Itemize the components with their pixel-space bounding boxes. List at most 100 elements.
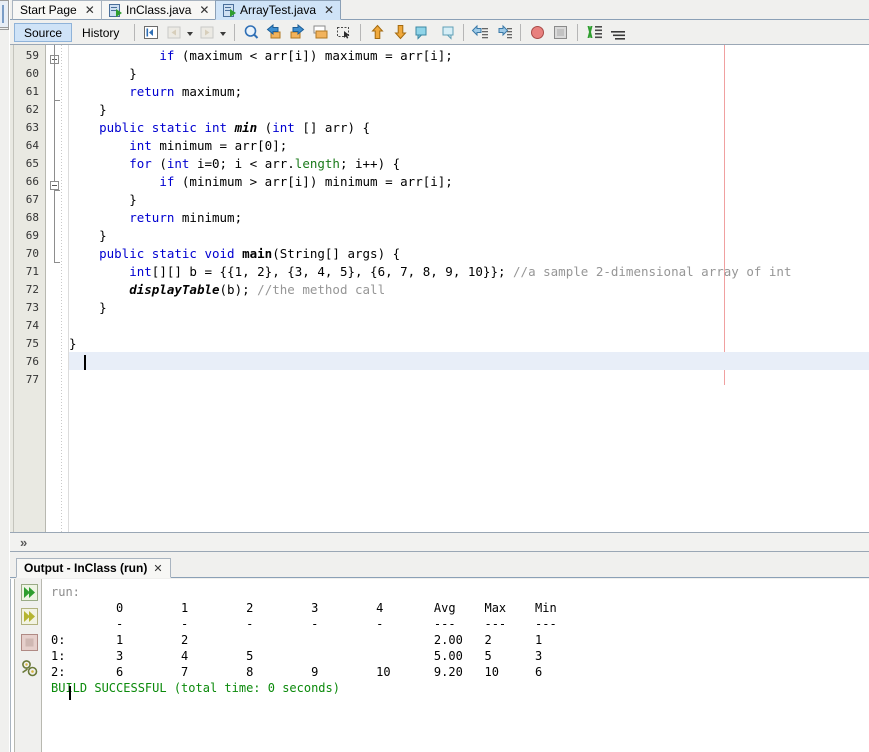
- code-token: (String[] args) {: [272, 246, 401, 261]
- tab-output-inclass-run[interactable]: Output - InClass (run) ✕: [16, 558, 171, 578]
- forward-dropdown-caret[interactable]: [219, 23, 228, 43]
- line-number[interactable]: 71: [10, 265, 39, 278]
- line-number-gutter[interactable]: 59 60 61 62 63 64 65 66 67 68 69 70 71 72 73 74 75 76 77: [10, 45, 46, 532]
- output-body[interactable]: run: 0 1 2 3 4 Avg Max Min - - - - - ---…: [10, 579, 869, 752]
- uncomment-icon[interactable]: [436, 22, 457, 43]
- line-number[interactable]: 68: [10, 211, 39, 224]
- breadcrumb[interactable]: »: [10, 532, 869, 552]
- code-token: return: [129, 210, 175, 225]
- code-line[interactable]: }: [69, 102, 107, 117]
- shift-left-icon[interactable]: [470, 22, 491, 43]
- rerun-alt-icon[interactable]: [20, 607, 39, 626]
- stop-macro-recording-icon[interactable]: [550, 22, 571, 43]
- toolbar-separator: [520, 24, 522, 41]
- tab-source[interactable]: Source: [14, 23, 73, 42]
- output-action-rail: [14, 579, 42, 752]
- line-number[interactable]: 70: [10, 247, 39, 260]
- code-line[interactable]: public static void main(String[] args) {: [69, 246, 400, 261]
- inspect-icon[interactable]: [607, 22, 628, 43]
- comment-icon[interactable]: [413, 22, 434, 43]
- close-icon[interactable]: ✕: [85, 1, 95, 19]
- line-number[interactable]: 62: [10, 103, 39, 116]
- stop-icon[interactable]: [20, 633, 39, 652]
- rerun-icon[interactable]: [20, 583, 39, 602]
- output-console-text[interactable]: run: 0 1 2 3 4 Avg Max Min - - - - - ---…: [51, 579, 869, 752]
- line-number[interactable]: 74: [10, 319, 39, 332]
- close-icon[interactable]: ✕: [324, 1, 334, 19]
- line-number[interactable]: 72: [10, 283, 39, 296]
- find-selection-icon[interactable]: [241, 22, 262, 43]
- line-number[interactable]: 77: [10, 373, 39, 386]
- code-token: length: [294, 156, 340, 171]
- code-line[interactable]: if (minimum > arr[i]) minimum = arr[i];: [69, 174, 453, 189]
- code-token: maximum;: [174, 84, 243, 99]
- line-number[interactable]: 59: [10, 49, 39, 62]
- start-macro-recording-icon[interactable]: [527, 22, 548, 43]
- code-line[interactable]: return minimum;: [69, 210, 242, 225]
- code-token: if: [159, 48, 175, 63]
- toggle-bookmark-icon[interactable]: [310, 22, 331, 43]
- line-number[interactable]: 66: [10, 175, 39, 188]
- editor-tab-arraytest-java[interactable]: ArrayTest.java ✕: [215, 0, 342, 20]
- code-line[interactable]: public static int min (int [] arr) {: [69, 120, 370, 135]
- tab-history[interactable]: History: [72, 23, 129, 42]
- code-line[interactable]: }: [69, 66, 137, 81]
- line-number[interactable]: 60: [10, 67, 39, 80]
- line-number[interactable]: 69: [10, 229, 39, 242]
- line-number[interactable]: 73: [10, 301, 39, 314]
- code-line[interactable]: int[][] b = {{1, 2}, {3, 4, 5}, {6, 7, 8…: [69, 264, 791, 279]
- code-text-area[interactable]: if (maximum < arr[i]) maximum = arr[i]; …: [69, 45, 869, 532]
- shift-line-up-icon[interactable]: [367, 22, 388, 43]
- rectangular-selection-icon[interactable]: [333, 22, 354, 43]
- code-line[interactable]: displayTable(b); //the method call: [69, 282, 385, 297]
- line-number[interactable]: 75: [10, 337, 39, 350]
- line-number[interactable]: 67: [10, 193, 39, 206]
- code-line[interactable]: }: [69, 192, 137, 207]
- line-number[interactable]: 64: [10, 139, 39, 152]
- editor-tab-inclass-java[interactable]: InClass.java ✕: [101, 0, 217, 20]
- code-line[interactable]: int minimum = arr[0];: [69, 138, 287, 153]
- output-line: 0: 1 2 2.00 2 1: [51, 633, 543, 647]
- line-number[interactable]: 63: [10, 121, 39, 134]
- shift-line-down-icon[interactable]: [390, 22, 411, 43]
- line-number[interactable]: 65: [10, 157, 39, 170]
- fold-bracket-line: [54, 190, 55, 262]
- editor-tab-label: InClass.java: [126, 3, 192, 17]
- right-margin-line: [724, 45, 725, 385]
- code-line[interactable]: }: [69, 228, 107, 243]
- close-icon[interactable]: ✕: [199, 1, 209, 19]
- back-dropdown-caret[interactable]: [186, 23, 195, 43]
- code-folding-gutter[interactable]: [47, 45, 69, 532]
- forward-icon[interactable]: [197, 22, 218, 43]
- sidebar-stub-palette[interactable]: [0, 0, 9, 28]
- output-caret: [69, 686, 71, 700]
- next-bookmark-icon[interactable]: [287, 22, 308, 43]
- line-number[interactable]: 76: [10, 355, 39, 368]
- code-token: }: [69, 228, 107, 243]
- settings-icon[interactable]: [20, 659, 39, 678]
- editor-tab-start-page[interactable]: Start Page ✕: [12, 0, 102, 20]
- previous-bookmark-icon[interactable]: [264, 22, 285, 43]
- code-token: main: [242, 246, 273, 261]
- close-icon[interactable]: ✕: [153, 562, 162, 575]
- java-file-icon: [223, 3, 236, 17]
- shift-right-icon[interactable]: [493, 22, 514, 43]
- code-token: for: [129, 156, 152, 171]
- chevron-right-icon[interactable]: »: [20, 535, 27, 550]
- code-line[interactable]: if (maximum < arr[i]) maximum = arr[i];: [69, 48, 453, 63]
- toggle-highlight-icon[interactable]: [584, 22, 605, 43]
- output-line: - - - - - --- --- ---: [51, 617, 557, 631]
- line-number[interactable]: 61: [10, 85, 39, 98]
- back-icon[interactable]: [164, 22, 185, 43]
- code-editor[interactable]: 59 60 61 62 63 64 65 66 67 68 69 70 71 72 73 74 75 76 77 i…: [10, 45, 869, 532]
- code-line[interactable]: }: [69, 300, 107, 315]
- last-edit-icon[interactable]: [141, 22, 162, 43]
- code-line[interactable]: }: [69, 336, 77, 351]
- code-line[interactable]: for (int i=0; i < arr.length; i++) {: [69, 156, 400, 171]
- fold-toggle-main-method[interactable]: [50, 181, 59, 190]
- code-line[interactable]: return maximum;: [69, 84, 242, 99]
